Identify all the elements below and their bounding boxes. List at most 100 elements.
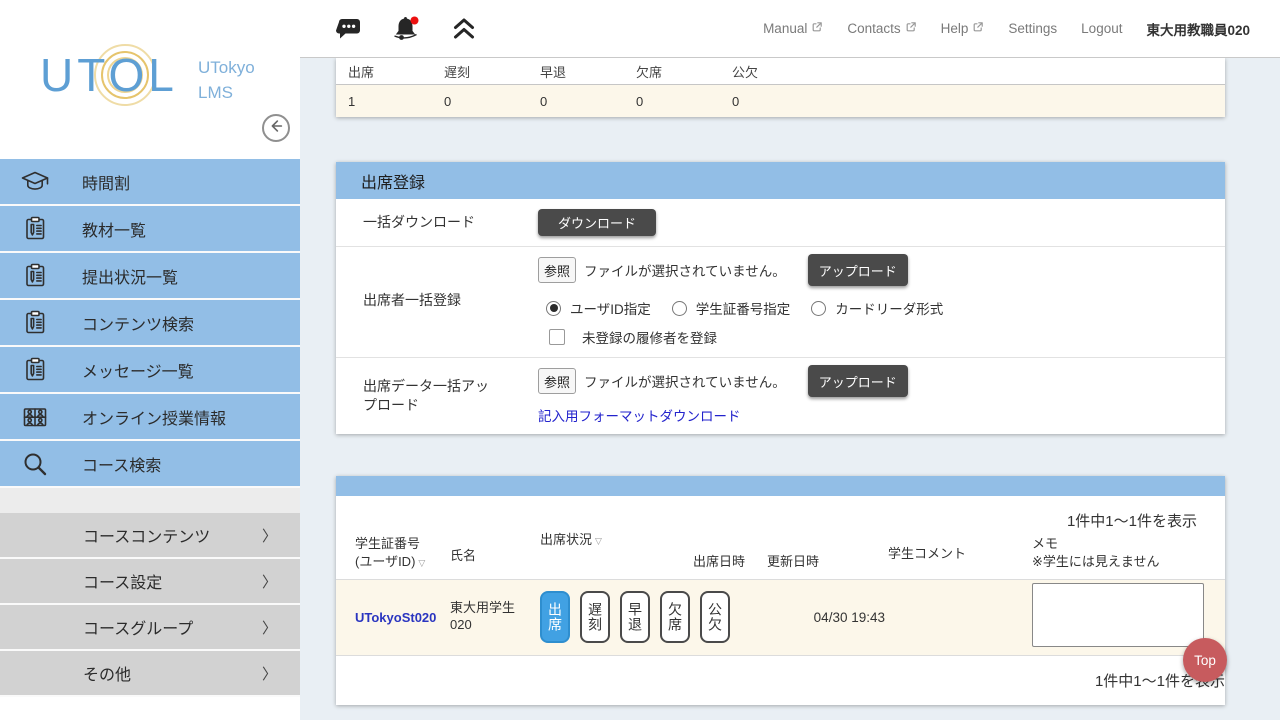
attendance-time-cell: 04/30 19:43 [689,610,885,625]
id-type-radio-group: ユーザID指定学生証番号指定カードリーダ形式 [546,298,1225,318]
topbar-link-help[interactable]: Help [941,21,985,36]
no-file-selected-text: ファイルが選択されていません。 [584,371,786,391]
download-button[interactable]: ダウンロード [538,209,656,236]
attendance-registration-section: 出席登録 一括ダウンロード ダウンロード 出席者一括登録 参照 ファイルが選択さ… [336,162,1225,434]
browse-file-button[interactable]: 参照 [538,257,576,283]
status-button-出席[interactable]: 出席 [540,591,570,643]
back-arrow-icon [267,117,285,140]
sidebar-item-提出状況一覧[interactable]: 提出状況一覧 [0,253,300,300]
attendance-summary-table: 出席遅刻早退欠席公欠 10000 [336,58,1225,117]
chevron-right-icon: 〉 [262,617,277,638]
messages-bubble-icon[interactable] [333,14,363,44]
radio-学生証番号指定[interactable] [672,301,687,316]
radio-label: ユーザID指定 [570,298,651,318]
external-link-icon [972,21,984,36]
student-attendance-table: 1件中1〜1件を表示 学生証番号 (ユーザID)▽ 氏名 出席状況▽ 出席日時 … [336,476,1225,705]
pagination-info-bottom: 1件中1〜1件を表示 [336,655,1225,705]
sidebar-subitem-コース設定[interactable]: コース設定〉 [0,559,300,605]
format-download-link[interactable]: 記入用フォーマットダウンロード [538,405,741,425]
data-bulk-upload-row: 出席データ一括アップロード 参照 ファイルが選択されていません。 アップロード … [336,358,1225,434]
logo-sub-line1: UTokyo [198,56,255,81]
topbar-link-label: Manual [763,21,807,36]
external-link-icon [905,21,917,36]
sidebar-item-コース検索[interactable]: コース検索 [0,441,300,488]
scroll-to-top-button[interactable]: Top [1183,638,1227,682]
online-class-icon [20,402,50,432]
data-bulk-label: 出席データ一括アップロード [336,365,538,426]
checkbox-label: 未登録の履修者を登録 [582,327,717,347]
summary-header-cell: 遅刻 [432,62,528,81]
register-unregistered-checkbox[interactable] [549,329,565,345]
column-student-id[interactable]: 学生証番号 (ユーザID)▽ [336,535,431,570]
summary-header-row: 出席遅刻早退欠席公欠 [336,58,1225,85]
sidebar-item-label: コンテンツ検索 [82,311,194,335]
browse-file-button[interactable]: 参照 [538,368,576,394]
sidebar-item-メッセージ一覧[interactable]: メッセージ一覧 [0,347,300,394]
no-file-selected-text: ファイルが選択されていません。 [584,260,786,280]
summary-header-cell: 公欠 [720,62,816,81]
summary-value-cell: 0 [624,94,720,109]
timetable-icon [20,167,50,197]
content-search-icon [20,308,50,338]
column-name: 氏名 [431,547,521,565]
sidebar-item-教材一覧[interactable]: 教材一覧 [0,206,300,253]
radio-カードリーダ形式[interactable] [811,301,826,316]
status-button-早退[interactable]: 早退 [620,591,650,643]
sidebar-subitem-コースコンテンツ[interactable]: コースコンテンツ〉 [0,513,300,559]
external-link-icon [811,21,823,36]
status-button-遅刻[interactable]: 遅刻 [580,591,610,643]
column-status[interactable]: 出席状況▽ [521,531,689,549]
sidebar-menu: 時間割教材一覧提出状況一覧コンテンツ検索メッセージ一覧オンライン授業情報コース検… [0,159,300,488]
status-button-欠席[interactable]: 欠席 [660,591,690,643]
upload-button[interactable]: アップロード [808,254,908,286]
sidebar-submenu: コースコンテンツ〉コース設定〉コースグループ〉その他〉 [0,513,300,697]
summary-value-cell: 1 [336,94,432,109]
sort-icon[interactable]: ▽ [418,558,425,568]
sidebar-item-時間割[interactable]: 時間割 [0,159,300,206]
notifications-bell-icon[interactable] [391,14,421,44]
student-row: UTokyoSt020 東大用学生020 出席遅刻早退欠席公欠 04/30 19… [336,579,1225,655]
radio-label: 学生証番号指定 [696,298,791,318]
sidebar-collapse-button[interactable] [262,114,290,142]
sidebar-divider [0,488,300,513]
bulk-download-label: 一括ダウンロード [336,213,538,231]
topbar-link-contacts[interactable]: Contacts [847,21,916,36]
sidebar-subitem-コースグループ[interactable]: コースグループ〉 [0,605,300,651]
sidebar-subitem-label: その他 [83,661,262,685]
bulk-download-row: 一括ダウンロード ダウンロード [336,199,1225,247]
sidebar-subitem-その他[interactable]: その他〉 [0,651,300,697]
sidebar-subitem-label: コースグループ [83,615,262,639]
collapse-up-chevrons-icon[interactable] [449,14,479,44]
logo-sub-line2: LMS [198,81,255,106]
chevron-right-icon: 〉 [262,663,277,684]
topbar-link-manual[interactable]: Manual [763,21,823,36]
radio-ユーザID指定[interactable] [546,301,561,316]
chevron-right-icon: 〉 [262,571,277,592]
utol-logo-subtitle: UTokyo LMS [198,56,255,105]
summary-header-cell: 出席 [336,62,432,81]
table-column-headers: 学生証番号 (ユーザID)▽ 氏名 出席状況▽ 出席日時 更新日時 学生コメント… [336,531,1225,579]
column-student-comment: 学生コメント [885,545,1030,563]
sort-icon[interactable]: ▽ [595,536,602,546]
main-area: ManualContactsHelpSettingsLogout東大用教職員02… [300,0,1280,720]
course-search-icon [20,449,50,479]
summary-value-cell: 0 [720,94,816,109]
topbar-link-settings[interactable]: Settings [1008,21,1057,36]
summary-header-cell: 早退 [528,62,624,81]
sidebar-subitem-label: コースコンテンツ [83,523,262,547]
upload-button[interactable]: アップロード [808,365,908,397]
top-bar: ManualContactsHelpSettingsLogout東大用教職員02… [300,0,1280,58]
student-id-link[interactable]: UTokyoSt020 [336,610,431,625]
topbar-link-logout[interactable]: Logout [1081,21,1122,36]
column-memo: メモ ※学生には見えません [1030,535,1225,570]
page-content: 出席遅刻早退欠席公欠 10000 出席登録 一括ダウンロード ダウンロード 出席… [300,58,1280,720]
chevron-right-icon: 〉 [262,525,277,546]
status-button-group: 出席遅刻早退欠席公欠 [521,591,689,643]
sidebar-item-label: 提出状況一覧 [82,264,178,288]
sidebar-item-コンテンツ検索[interactable]: コンテンツ検索 [0,300,300,347]
summary-value-row: 10000 [336,85,1225,117]
pagination-info-top: 1件中1〜1件を表示 [336,496,1225,531]
memo-textarea[interactable] [1032,583,1204,647]
attendee-bulk-label: 出席者一括登録 [336,254,538,347]
sidebar-item-オンライン授業情報[interactable]: オンライン授業情報 [0,394,300,441]
